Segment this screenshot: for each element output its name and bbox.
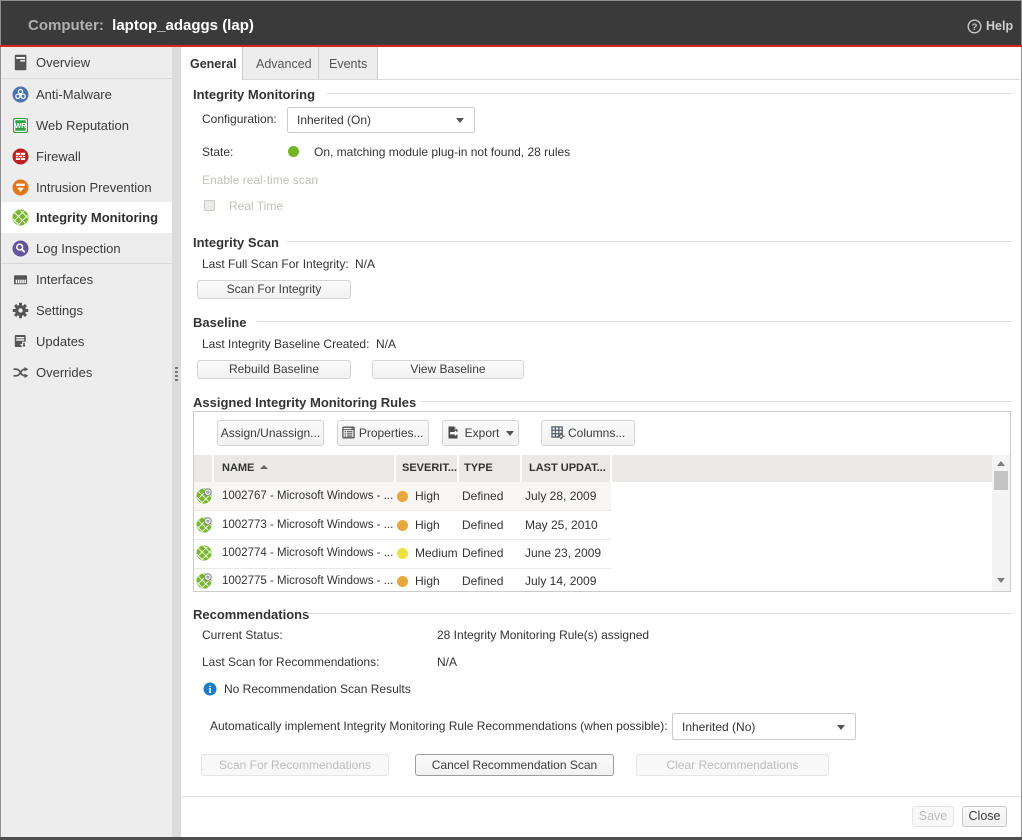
svg-text:i: i <box>209 685 212 696</box>
svg-text:?: ? <box>972 22 978 33</box>
svg-text:WR: WR <box>15 123 27 130</box>
